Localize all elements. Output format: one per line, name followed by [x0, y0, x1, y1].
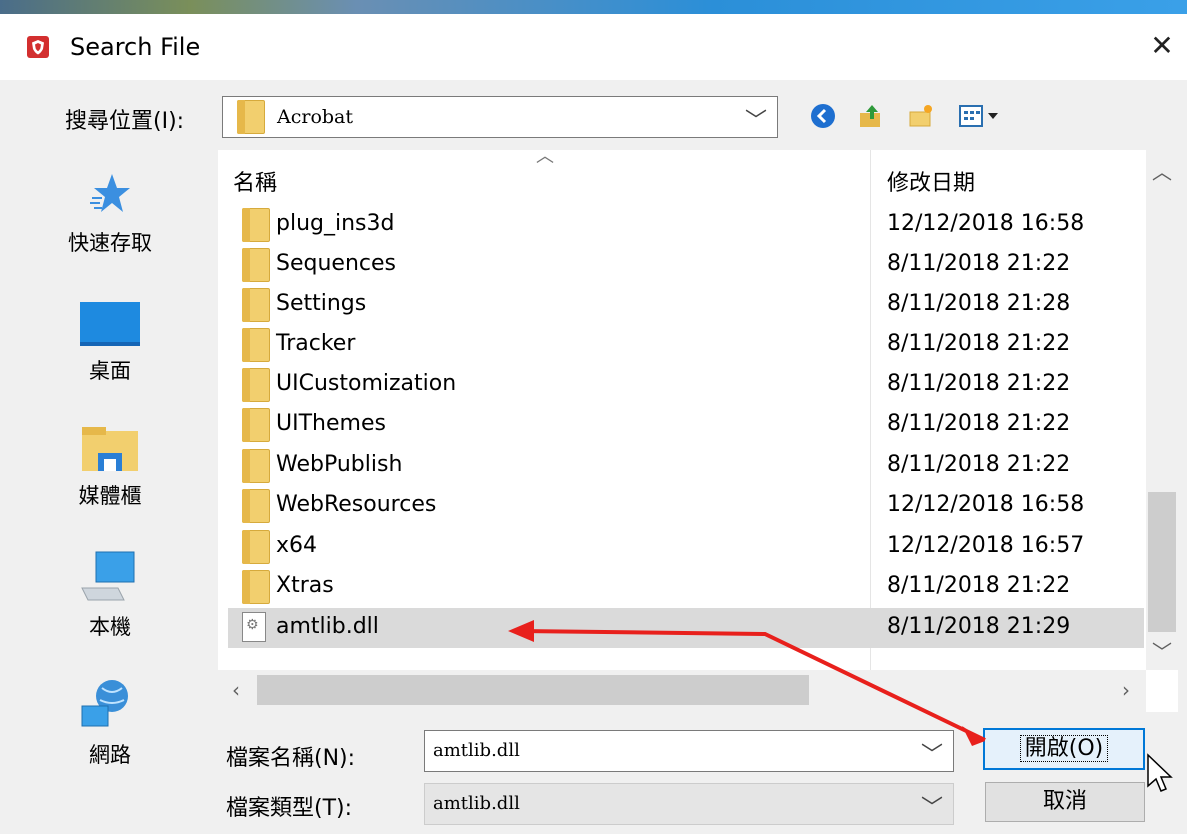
look-in-value: Acrobat — [277, 106, 354, 128]
place-label: 桌面 — [89, 359, 131, 383]
dll-file-icon — [242, 612, 266, 642]
file-date: 8/11/2018 21:22 — [887, 251, 1071, 276]
folder-icon — [242, 288, 270, 322]
back-icon[interactable] — [810, 103, 836, 129]
view-menu-icon[interactable] — [958, 103, 1008, 129]
folder-icon — [242, 449, 270, 483]
folder-icon — [242, 368, 270, 402]
file-name: plug_ins3d — [276, 211, 395, 236]
file-name: x64 — [276, 533, 318, 558]
folder-icon — [242, 530, 270, 564]
place-label: 快速存取 — [68, 231, 152, 255]
place-this-pc[interactable]: 本機 — [16, 550, 204, 641]
filetype-select[interactable]: amtlib.dll ﹀ — [424, 783, 954, 825]
file-name: Sequences — [276, 251, 396, 276]
folder-icon — [242, 570, 270, 604]
look-in-label: 搜尋位置(I): — [65, 109, 185, 134]
list-item[interactable]: UIThemes 8/11/2018 21:22 — [228, 405, 1144, 445]
filetype-value: amtlib.dll — [433, 793, 520, 814]
column-header-name[interactable]: 名稱 — [233, 165, 277, 197]
desktop-icon — [80, 302, 140, 346]
folder-icon — [242, 408, 270, 442]
list-item[interactable]: UICustomization 8/11/2018 21:22 — [228, 365, 1144, 405]
file-date: 8/11/2018 21:22 — [887, 411, 1071, 436]
file-name: Settings — [276, 291, 367, 316]
filename-label: 檔案名稱(N): — [226, 746, 356, 771]
file-date: 12/12/2018 16:57 — [887, 533, 1085, 558]
cancel-button[interactable]: 取消 — [985, 782, 1145, 822]
folder-icon — [242, 328, 270, 362]
file-date: 12/12/2018 16:58 — [887, 211, 1085, 236]
list-item[interactable]: plug_ins3d 12/12/2018 16:58 — [228, 205, 1144, 245]
place-desktop[interactable]: 桌面 — [16, 300, 204, 385]
places-bar: 快速存取 桌面 媒體櫃 本機 網路 — [16, 150, 204, 810]
annotation-arrowhead — [962, 726, 985, 746]
folder-icon — [242, 208, 270, 242]
folder-icon — [242, 248, 270, 282]
place-label: 本機 — [89, 615, 131, 639]
app-shield-icon — [27, 36, 49, 58]
look-in-combo[interactable]: Acrobat ﹀ — [222, 96, 778, 138]
list-item[interactable]: Settings 8/11/2018 21:28 — [228, 285, 1144, 325]
list-item[interactable]: WebResources 12/12/2018 16:58 — [228, 486, 1144, 526]
window-title: Search File — [70, 33, 201, 61]
file-name: Xtras — [276, 573, 334, 598]
sort-up-icon: ︿ — [536, 146, 554, 167]
horizontal-scroll-thumb[interactable] — [257, 675, 809, 705]
place-label: 媒體櫃 — [78, 484, 142, 508]
chevron-down-icon[interactable]: ﹀ — [921, 790, 943, 822]
chevron-down-icon[interactable]: ﹀ — [745, 103, 767, 135]
this-pc-icon — [81, 551, 135, 601]
file-name: UIThemes — [276, 411, 386, 436]
file-name: WebPublish — [276, 452, 403, 477]
place-quick-access[interactable]: 快速存取 — [16, 170, 204, 257]
file-name: UICustomization — [276, 371, 457, 396]
close-icon[interactable]: ✕ — [1147, 31, 1177, 61]
file-date: 8/11/2018 21:29 — [887, 614, 1071, 639]
file-date: 12/12/2018 16:58 — [887, 492, 1085, 517]
file-date: 8/11/2018 21:22 — [887, 573, 1071, 598]
file-name: WebResources — [276, 492, 437, 517]
open-button[interactable]: 開啟(O) — [983, 728, 1145, 770]
mouse-cursor-icon — [1147, 753, 1173, 792]
open-button-label: 開啟(O) — [1019, 735, 1109, 762]
list-item[interactable]: x64 12/12/2018 16:57 — [228, 527, 1144, 567]
file-date: 8/11/2018 21:22 — [887, 331, 1071, 356]
folder-icon — [237, 100, 265, 134]
scroll-right-icon[interactable]: › — [1112, 680, 1140, 700]
up-folder-icon[interactable] — [858, 103, 884, 129]
filename-field[interactable]: amtlib.dll ﹀ — [424, 730, 954, 772]
file-name: Tracker — [276, 331, 356, 356]
list-item[interactable]: WebPublish 8/11/2018 21:22 — [228, 446, 1144, 486]
file-date: 8/11/2018 21:22 — [887, 452, 1071, 477]
vertical-scroll-thumb[interactable] — [1148, 492, 1176, 632]
chevron-down-icon[interactable]: ﹀ — [921, 737, 943, 769]
file-name: amtlib.dll — [276, 614, 379, 639]
file-date: 8/11/2018 21:28 — [887, 291, 1071, 316]
list-item[interactable]: Sequences 8/11/2018 21:22 — [228, 245, 1144, 285]
column-header-date[interactable]: 修改日期 — [887, 165, 975, 197]
filename-value: amtlib.dll — [433, 740, 520, 761]
place-network[interactable]: 網路 — [16, 678, 204, 769]
list-item[interactable]: Tracker 8/11/2018 21:22 — [228, 325, 1144, 365]
network-icon — [81, 680, 128, 727]
quick-access-icon — [90, 174, 130, 212]
place-label: 網路 — [89, 743, 131, 767]
folder-icon — [242, 489, 270, 523]
place-libraries[interactable]: 媒體櫃 — [16, 425, 204, 510]
scroll-up-icon[interactable]: ︿ — [1148, 162, 1176, 182]
list-item[interactable]: Xtras 8/11/2018 21:22 — [228, 567, 1144, 607]
scroll-down-icon[interactable]: ﹀ — [1148, 642, 1176, 662]
list-item-selected[interactable]: amtlib.dll 8/11/2018 21:29 — [228, 608, 1144, 648]
file-date: 8/11/2018 21:22 — [887, 371, 1071, 396]
libraries-icon — [82, 427, 138, 471]
scroll-left-icon[interactable]: ‹ — [222, 680, 250, 700]
filetype-label: 檔案類型(T): — [226, 796, 353, 821]
background-strip — [0, 0, 1187, 14]
new-folder-icon[interactable] — [908, 103, 934, 129]
